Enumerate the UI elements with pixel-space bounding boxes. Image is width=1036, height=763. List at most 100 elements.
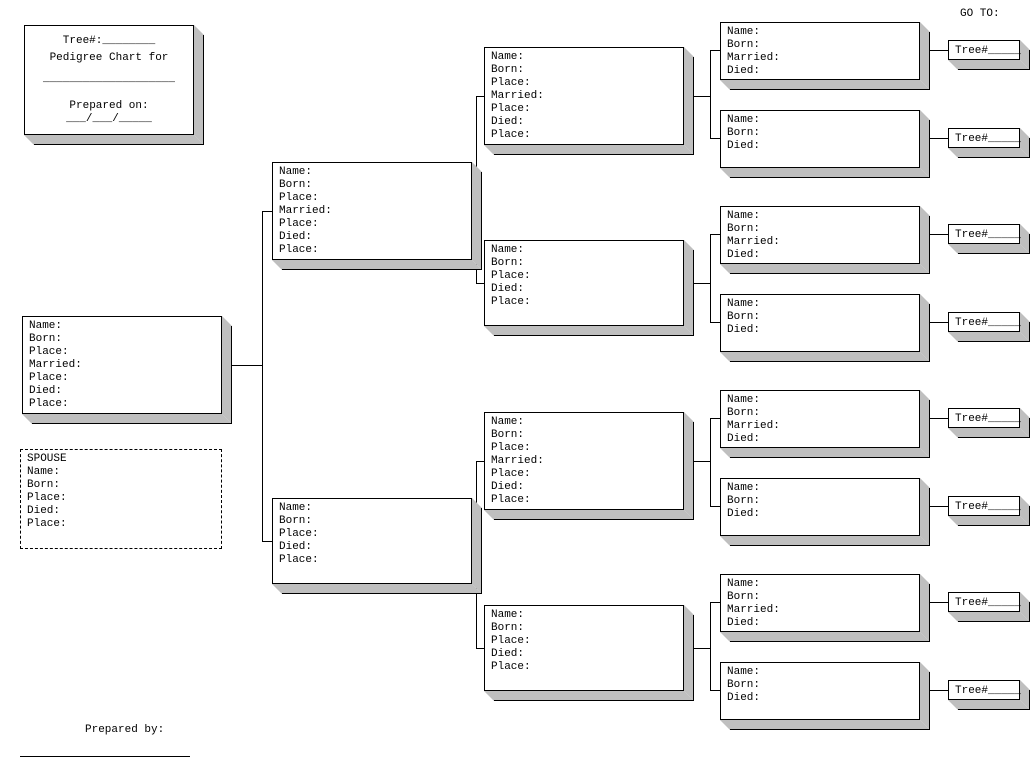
field-place: Place: [279,192,465,205]
connector [476,461,484,462]
connector [694,96,710,97]
field-married: Married: [727,420,913,433]
field-died: Died: [727,140,913,153]
field-died: Died: [727,324,913,337]
spouse-box: SPOUSE Name: Born: Place: Died: Place: [20,449,222,549]
field-born: Born: [279,179,465,192]
field-born: Born: [727,39,913,52]
field-name: Name: [279,166,465,179]
field-died: Died: [727,65,913,78]
connector [262,211,272,212]
field-married: Married: [491,90,677,103]
prepared-by-label: Prepared by: [85,724,164,736]
field-born: Born: [727,679,913,692]
tree-ref-label: Tree#_____ [955,500,1013,514]
connector [694,648,710,649]
field-name: Name: [727,298,913,311]
field-died: Died: [491,481,677,494]
field-died: Died: [279,231,465,244]
field-born: Born: [27,479,215,492]
connector [710,50,720,51]
field-born: Born: [727,127,913,140]
field-place: Place: [29,372,215,385]
tree-ref-label: Tree#_____ [955,684,1013,698]
connector [476,96,484,97]
field-married: Married: [727,236,913,249]
prepared-by-line [20,756,190,757]
field-place: Place: [491,77,677,90]
connector [710,50,711,138]
connector [262,211,263,541]
field-married: Married: [279,205,465,218]
field-name: Name: [279,502,465,515]
connector [710,138,720,139]
field-place: Place: [491,296,677,309]
tree-ref-label: Tree#_____ [955,44,1013,58]
field-place: Place: [29,398,215,411]
field-born: Born: [491,64,677,77]
field-place: Place: [491,468,677,481]
field-born: Born: [727,311,913,324]
connector [476,283,484,284]
spouse-title: SPOUSE [27,453,215,466]
connector [930,50,948,51]
connector [710,602,720,603]
prepared-on: Prepared on: ___/___/_____ [31,100,187,126]
connector [710,234,711,322]
connector [710,602,711,690]
tree-ref-label: Tree#_____ [955,596,1013,610]
field-name: Name: [491,244,677,257]
tree-ref-label: Tree#_____ [955,228,1013,242]
field-died: Died: [727,617,913,630]
field-name: Name: [727,394,913,407]
field-place: Place: [491,103,677,116]
connector [930,602,948,603]
field-married: Married: [491,455,677,468]
field-name: Name: [491,416,677,429]
field-born: Born: [279,515,465,528]
field-born: Born: [727,495,913,508]
tree-ref-label: Tree#_____ [955,132,1013,146]
field-place: Place: [279,554,465,567]
field-name: Name: [727,210,913,223]
field-place: Place: [491,442,677,455]
field-died: Died: [279,541,465,554]
pedigree-title: Pedigree Chart for [31,52,187,65]
connector [930,322,948,323]
connector [694,461,710,462]
pedigree-name-line: ____________________ [31,73,187,86]
field-name: Name: [727,666,913,679]
field-born: Born: [491,257,677,270]
field-married: Married: [29,359,215,372]
tree-number: Tree#:________ [31,35,187,48]
field-died: Died: [27,505,215,518]
field-place: Place: [491,270,677,283]
field-died: Died: [491,283,677,296]
connector [710,690,720,691]
field-married: Married: [727,604,913,617]
field-died: Died: [727,433,913,446]
connector [710,322,720,323]
connector [710,506,720,507]
field-born: Born: [491,622,677,635]
connector [694,283,710,284]
tree-ref-label: Tree#_____ [955,412,1013,426]
connector [710,418,711,506]
field-died: Died: [29,385,215,398]
field-name: Name: [727,578,913,591]
connector [930,234,948,235]
field-married: Married: [727,52,913,65]
connector [930,690,948,691]
field-place: Place: [491,635,677,648]
field-died: Died: [491,116,677,129]
field-died: Died: [727,692,913,705]
connector [262,541,272,542]
field-place: Place: [491,129,677,142]
field-name: Name: [29,320,215,333]
connector [476,648,484,649]
connector [930,418,948,419]
field-born: Born: [491,429,677,442]
field-name: Name: [27,466,215,479]
field-born: Born: [727,223,913,236]
field-died: Died: [491,648,677,661]
